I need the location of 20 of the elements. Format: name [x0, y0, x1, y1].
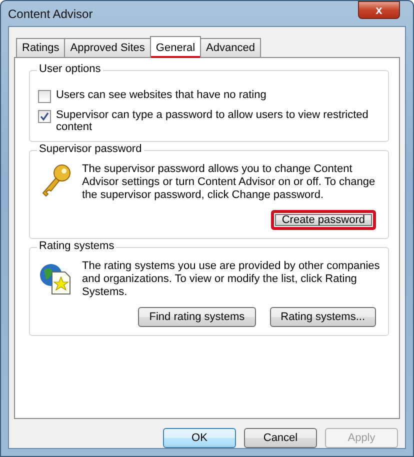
description-text: The supervisor password allows you to change Content Advisor settings or turn Content Advisor on or off. To change the supervisor password, click Change password. — [82, 163, 376, 202]
tab[interactable]: General — [150, 36, 202, 58]
tab[interactable]: Ratings — [16, 38, 66, 57]
tab[interactable]: Approved Sites — [64, 38, 151, 57]
checkbox[interactable] — [38, 110, 51, 123]
action-button[interactable]: Rating systems... — [270, 307, 376, 327]
action-button[interactable]: Create password — [270, 210, 376, 230]
tab[interactable]: Advanced — [200, 38, 261, 57]
checkbox-label: Users can see websites that have no rating — [56, 89, 266, 101]
dialog-button[interactable]: OK — [163, 428, 236, 448]
group-title: Rating systems — [37, 240, 116, 252]
window-title: Content Advisor — [8, 6, 93, 20]
checkbox-label: Supervisor can type a password to allow users to view restricted content — [56, 109, 370, 133]
group-title: User options — [37, 63, 103, 75]
close-button[interactable]: x — [358, 1, 400, 19]
description-text: The rating systems you use are provided by other companies and organizations. To view or modify the list, click Rating Systems. — [82, 260, 380, 299]
action-button[interactable]: Find rating systems — [138, 307, 256, 327]
checkbox[interactable] — [38, 90, 51, 103]
group-title: Supervisor password — [37, 143, 144, 155]
dialog-button[interactable]: Cancel — [244, 428, 317, 448]
